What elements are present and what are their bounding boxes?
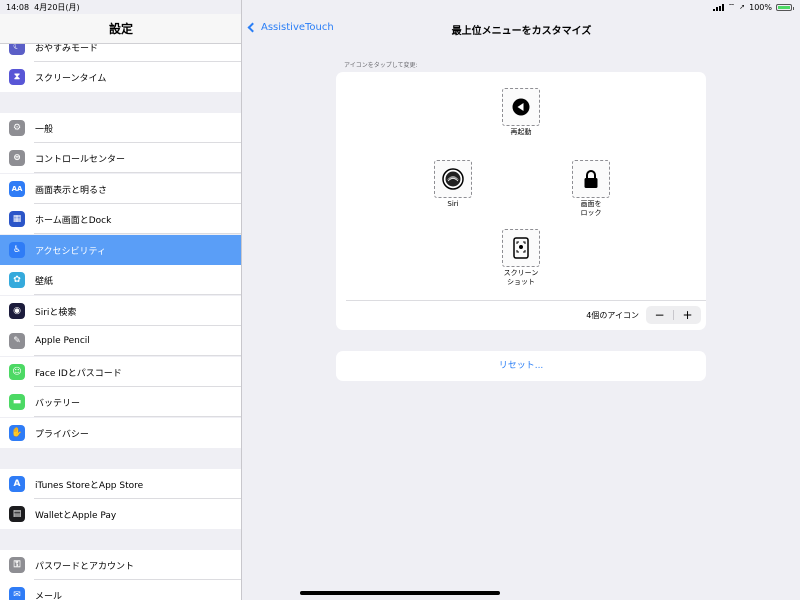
- location-icon: ➚: [739, 3, 746, 11]
- icon-count-label: 4個のアイコン: [586, 311, 639, 320]
- sidebar-item[interactable]: ✎ Apple Pencil: [0, 326, 241, 356]
- sidebar-item-label: スクリーンタイム: [35, 73, 107, 84]
- restart-icon: [512, 98, 530, 116]
- sidebar-item-label: コントロールセンター: [35, 154, 126, 165]
- screenshot-slot[interactable]: [502, 229, 540, 267]
- sidebar-item-label: アクセシビリティ: [35, 246, 107, 257]
- sidebar-item[interactable]: ◉ Siriと検索: [0, 296, 241, 326]
- page-title: 最上位メニューをカスタマイズ: [451, 26, 592, 37]
- status-right: ⌔ ➚ 100%: [712, 2, 794, 12]
- restart-slot[interactable]: [502, 88, 540, 126]
- status-time: 14:08 4月20日(月): [6, 3, 80, 12]
- icon-layout-card: 再起動 Siri 画面を ロック スクリーン ショット 4個のアイコン − +: [336, 72, 706, 330]
- sidebar-item-label: iTunes StoreとApp Store: [35, 480, 144, 491]
- battery-icon: [776, 3, 794, 11]
- battery-icon: ▬: [9, 394, 25, 410]
- sidebar-item[interactable]: ⊜ コントロールセンター: [0, 143, 241, 173]
- sidebar-item[interactable]: ▤ WalletとApple Pay: [0, 499, 241, 529]
- sidebar-item[interactable]: ⧗ スクリーンタイム: [0, 62, 241, 92]
- wallet-icon: ▤: [9, 506, 25, 522]
- siri-label: Siri: [447, 200, 459, 208]
- sidebar-item[interactable]: AiTunes StoreとApp Store: [0, 469, 241, 499]
- lock-icon: [584, 170, 598, 188]
- icon-count-stepper[interactable]: − +: [646, 306, 701, 324]
- settings-sidebar: 設定 ☾ おやすみモード ⧗ スクリーンタイム ⚙ 一般 ⊜ コントロールセンター AA 画面表示…: [0, 0, 242, 600]
- sidebar-item-label: Apple Pencil: [35, 336, 90, 346]
- sidebar-title: 設定: [0, 14, 241, 44]
- reset-button[interactable]: リセット...: [336, 351, 706, 381]
- screenshot-label: スクリーン ショット: [503, 269, 539, 286]
- sidebar-item[interactable]: ▦ ホーム画面とDock: [0, 204, 241, 234]
- pencil-icon: ✎: [9, 333, 25, 349]
- mail-icon: ✉: [9, 587, 25, 600]
- sidebar-item-label: バッテリー: [35, 398, 81, 409]
- siri-slot[interactable]: [434, 160, 472, 198]
- siri-icon: [442, 168, 464, 190]
- nav-bar: AssistiveTouch 最上位メニューをカスタマイズ: [243, 14, 800, 44]
- sidebar-item[interactable]: ☺ Face IDとパスコード: [0, 357, 241, 387]
- sidebar-item-label: Face IDとパスコード: [35, 368, 122, 379]
- divider: [346, 300, 706, 301]
- app-store-icon: A: [9, 476, 25, 492]
- sidebar-item[interactable]: ✉ メール: [0, 580, 241, 600]
- accessibility-icon: ♿: [9, 242, 25, 258]
- lock-screen-label: 画面を ロック: [580, 200, 602, 217]
- sidebar-item-label: 画面表示と明るさ: [35, 185, 108, 196]
- sidebar-item[interactable]: ✿ 壁紙: [0, 265, 241, 295]
- face-id-icon: ☺: [9, 364, 25, 380]
- sidebar-item-label: メール: [35, 591, 63, 600]
- home-grid-icon: ▦: [9, 211, 25, 227]
- sidebar-item[interactable]: ♿ アクセシビリティ: [0, 235, 241, 265]
- sidebar-item[interactable]: ⚙ 一般: [0, 113, 241, 143]
- cellular-signal-icon: [712, 3, 724, 11]
- sidebar-item[interactable]: ✋ プライバシー: [0, 418, 241, 448]
- home-indicator: [300, 591, 500, 595]
- sidebar-item-label: パスワードとアカウント: [35, 561, 135, 572]
- sidebar-item-label: プライバシー: [35, 429, 89, 440]
- wifi-icon: ⌔: [727, 2, 736, 11]
- key-icon: ⚿: [9, 557, 25, 573]
- hourglass-icon: ⧗: [9, 69, 25, 85]
- sidebar-item[interactable]: ⚿ パスワードとアカウント: [0, 550, 241, 580]
- minus-button[interactable]: −: [646, 306, 673, 324]
- sidebar-item-label: ホーム画面とDock: [35, 215, 112, 226]
- sidebar-item[interactable]: AA 画面表示と明るさ: [0, 174, 241, 204]
- screenshot-icon: [513, 237, 529, 259]
- battery-percent: 100%: [749, 2, 772, 12]
- sidebar-item-label: WalletとApple Pay: [35, 510, 117, 521]
- siri-icon: ◉: [9, 303, 25, 319]
- sidebar-item[interactable]: ▬ バッテリー: [0, 387, 241, 417]
- hand-icon: ✋: [9, 425, 25, 441]
- status-bar: 14:08 4月20日(月) ⌔ ➚ 100%: [0, 0, 800, 14]
- sidebar-item-label: 壁紙: [35, 276, 54, 287]
- main-pane: AssistiveTouch 最上位メニューをカスタマイズ アイコンをタップして…: [243, 0, 800, 600]
- plus-button[interactable]: +: [674, 306, 701, 324]
- hint-text: アイコンをタップして変更:: [344, 62, 418, 69]
- sidebar-item-label: 一般: [35, 124, 54, 135]
- wallpaper-icon: ✿: [9, 272, 25, 288]
- sidebar-item-label: Siriと検索: [35, 307, 77, 318]
- gear-icon: ⚙: [9, 120, 25, 136]
- text-size-icon: AA: [9, 181, 25, 197]
- lock-screen-slot[interactable]: [572, 160, 610, 198]
- switches-icon: ⊜: [9, 150, 25, 166]
- restart-label: 再起動: [510, 128, 532, 136]
